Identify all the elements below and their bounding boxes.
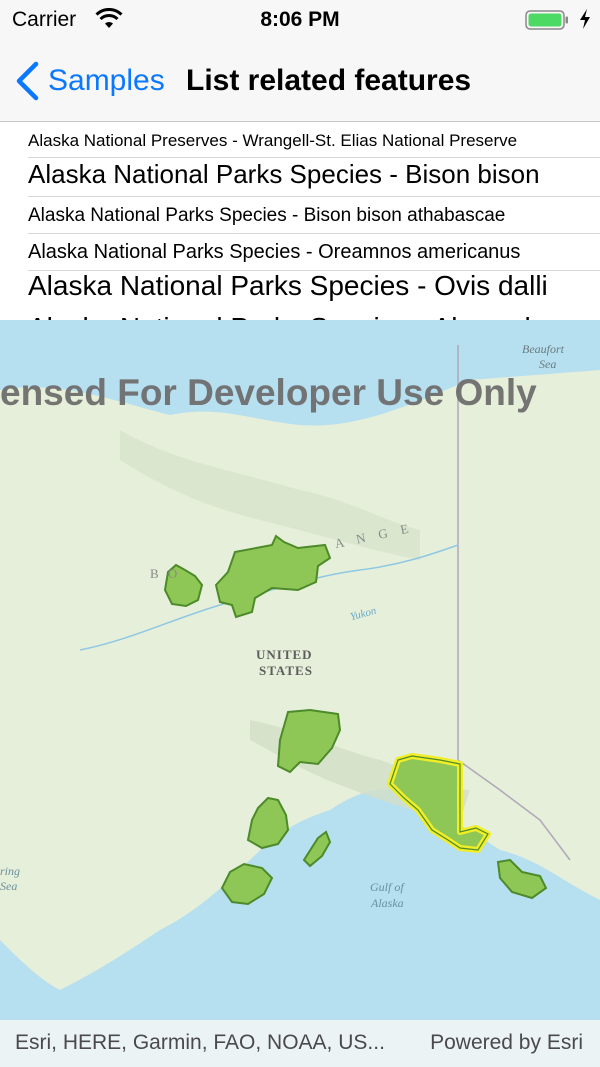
attribution-bar: Esri, HERE, Garmin, FAO, NOAA, US... Pow… (0, 1020, 600, 1067)
battery-icon (525, 10, 568, 30)
back-button-label: Samples (48, 64, 165, 97)
status-bar: Carrier 8:06 PM (0, 0, 600, 40)
map-label-beaufort-sea: Sea (539, 357, 557, 371)
list-item[interactable]: Alaska National Parks Species - Oreamnos… (28, 234, 600, 271)
list-item[interactable]: Alaska National Parks Species - Bison bi… (28, 197, 600, 234)
map-label-bering-sea: Sea (0, 879, 18, 893)
map-label-united: UNITED (256, 647, 313, 662)
chevron-left-icon (16, 61, 39, 101)
list-item[interactable]: Alaska National Parks Species - Bison bi… (28, 158, 600, 197)
attribution-sources[interactable]: Esri, HERE, Garmin, FAO, NOAA, US... (15, 1031, 385, 1055)
back-button[interactable]: Samples (14, 60, 165, 102)
map-label-gulf: Gulf of (370, 880, 404, 894)
list-item[interactable]: Alaska National Preserves - Wrangell-St.… (28, 122, 600, 158)
map-label-states: STATES (259, 663, 313, 678)
page-title: List related features (186, 64, 472, 97)
charging-bolt-icon (580, 9, 590, 29)
clock: 8:06 PM (260, 8, 340, 31)
map-label-bering: ring (0, 864, 21, 878)
developer-watermark: ensed For Developer Use Only (0, 372, 537, 413)
list-item[interactable]: Alaska National Parks Species - Alces al… (28, 308, 600, 320)
navigation-bar: Samples List related features (0, 40, 600, 122)
map-label-gulf-alaska: Alaska (371, 896, 404, 910)
map-view[interactable]: Beaufort Sea UNITED STATES Yukon B O A N… (0, 320, 600, 1020)
powered-by-esri: Powered by Esri (430, 1031, 583, 1054)
map-label-range-left: B O (150, 566, 181, 581)
related-features-list[interactable]: Alaska National Preserves - Wrangell-St.… (0, 122, 600, 320)
map-label-beaufort: Beaufort (522, 342, 564, 356)
list-item[interactable]: Alaska National Parks Species - Ovis dal… (28, 271, 600, 308)
